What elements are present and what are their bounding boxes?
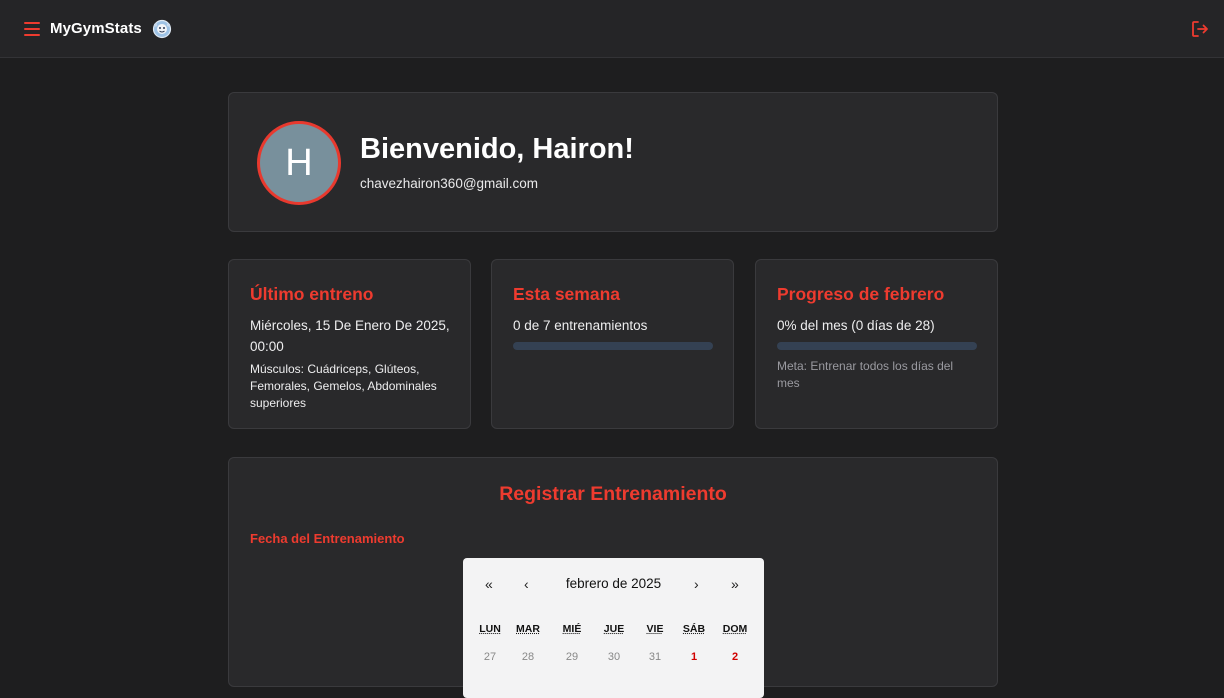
weekday-header: MIÉ	[562, 623, 582, 635]
register-workout-card: Registrar Entrenamiento Fecha del Entren…	[228, 457, 998, 698]
weekday-header: DOM	[722, 623, 748, 635]
calendar-day[interactable]: 29	[566, 651, 578, 663]
last-workout-muscles: Músculos: Cuádriceps, Glúteos, Femorales…	[250, 362, 437, 410]
weekday-header: MAR	[516, 623, 540, 635]
brand: MyGymStats	[24, 19, 172, 39]
register-title: Registrar Entrenamiento	[499, 483, 727, 505]
welcome-heading: Bienvenido, Hairon!	[360, 133, 634, 165]
calendar-days-row: 27 28 29 30 31 1 2	[463, 651, 764, 665]
calendar-day[interactable]: 31	[649, 651, 661, 663]
calendar-weekdays: LUN MAR MIÉ JUE VIE SÁB DOM	[463, 623, 764, 637]
user-email: chavezhairon360@gmail.com	[360, 176, 539, 191]
calendar-day[interactable]: 2	[732, 651, 738, 663]
this-week-count: 0 de 7 entrenamientos	[513, 318, 648, 333]
hamburger-menu-icon[interactable]	[24, 21, 40, 36]
logout-icon[interactable]	[1190, 19, 1210, 39]
calendar-day[interactable]: 1	[691, 651, 697, 663]
last-workout-card: Último entreno Miércoles, 15 De Enero De…	[228, 259, 471, 429]
top-navbar: MyGymStats	[0, 0, 1224, 58]
weekday-header: VIE	[646, 623, 664, 635]
welcome-card: H Bienvenido, Hairon! chavezhairon360@gm…	[228, 92, 998, 232]
date-calendar[interactable]: « ‹ › » febrero de 2025 LUN MAR MIÉ JUE VIE S…	[463, 558, 764, 698]
calendar-day[interactable]: 28	[522, 651, 534, 663]
app-name[interactable]: MyGymStats	[50, 20, 142, 37]
avatar: H	[257, 121, 341, 205]
this-week-card: Esta semana 0 de 7 entrenamientos	[491, 259, 734, 429]
weekday-header: JUE	[603, 623, 625, 635]
last-workout-title: Último entreno	[250, 284, 374, 304]
month-progress-card: Progreso de febrero 0% del mes (0 días d…	[755, 259, 998, 429]
month-progress-title: Progreso de febrero	[777, 284, 945, 304]
calendar-day[interactable]: 27	[484, 651, 496, 663]
last-workout-date: Miércoles, 15 De Enero De 2025, 00:00	[250, 318, 450, 354]
weekday-header: SÁB	[682, 623, 706, 635]
weekday-header: LUN	[479, 623, 501, 635]
calendar-day[interactable]: 30	[608, 651, 620, 663]
this-week-title: Esta semana	[513, 284, 621, 304]
month-progress-bar	[777, 342, 977, 350]
date-field-label: Fecha del Entrenamiento	[250, 531, 405, 546]
mascot-logo-icon	[152, 19, 171, 38]
week-progress-bar	[513, 342, 713, 350]
calendar-month-label[interactable]: febrero de 2025	[463, 576, 764, 591]
month-progress-value: 0% del mes (0 días de 28)	[777, 318, 935, 333]
month-goal-text: Meta: Entrenar todos los días del mes	[777, 359, 954, 390]
